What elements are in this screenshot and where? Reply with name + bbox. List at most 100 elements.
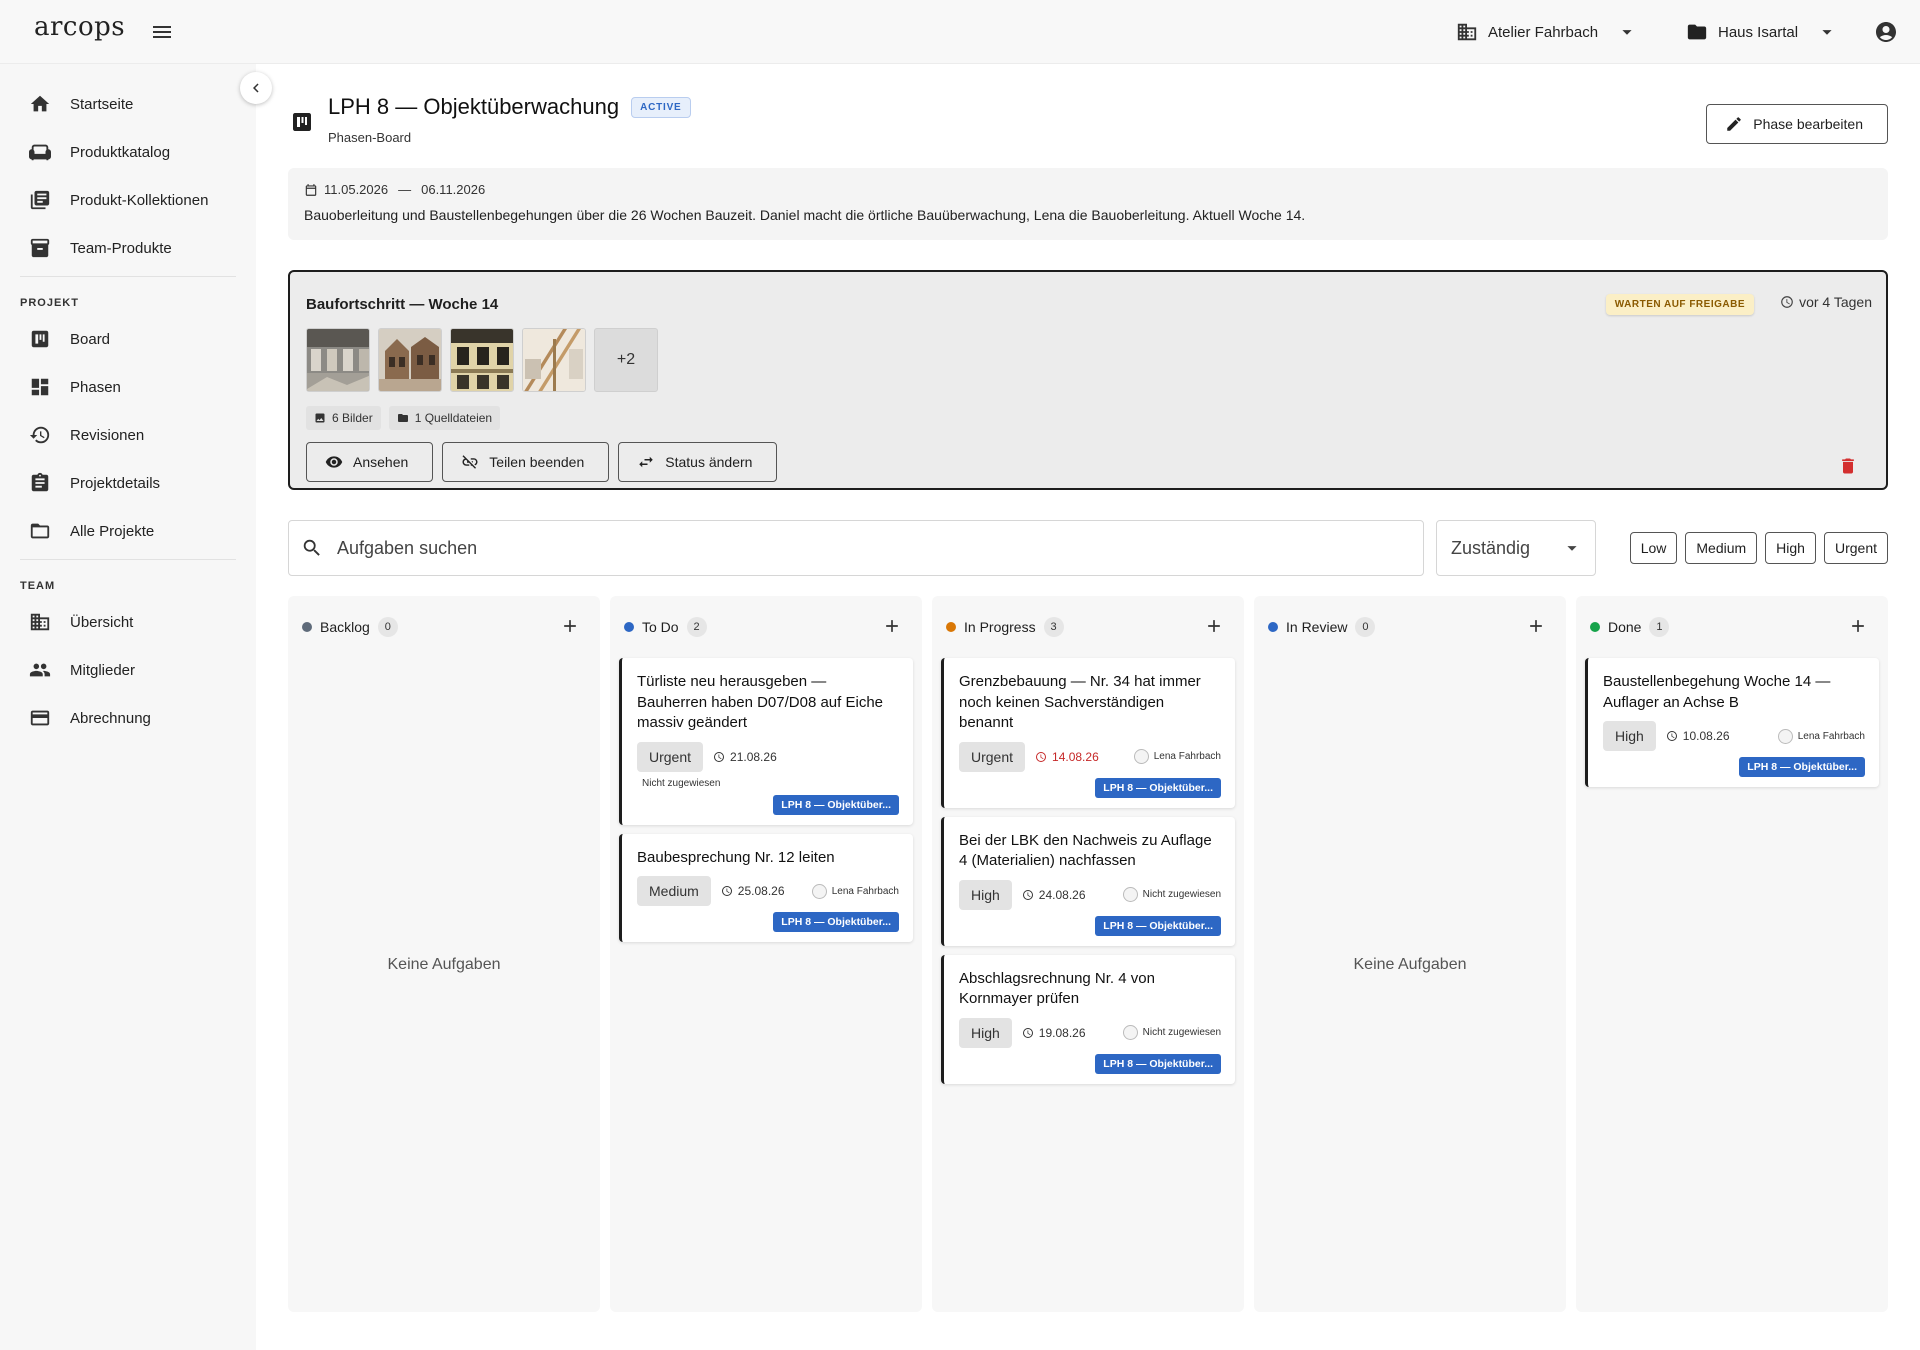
phase-header: LPH 8 — Objektüberwachung ACTIVE Phasen-B… xyxy=(288,94,1888,154)
sources-count-chip: 1 Quelldateien xyxy=(388,406,501,430)
phase-tag-label: LPH 8 — Objektüber... xyxy=(773,794,899,815)
sidebar-item-mitglieder[interactable]: Mitglieder xyxy=(0,646,256,694)
thumbnail-image[interactable] xyxy=(306,328,370,392)
date-start: 11.05.2026 xyxy=(324,182,389,197)
hamburger-icon xyxy=(153,26,171,38)
filter-low-button[interactable]: Low xyxy=(1629,532,1678,564)
app-logo[interactable]: arcops xyxy=(34,12,125,42)
phase-title: LPH 8 — Objektüberwachung xyxy=(328,94,620,119)
thumbnail-image[interactable] xyxy=(522,328,586,392)
add-task-button[interactable] xyxy=(1848,616,1868,636)
due-date-text: 10.08.26 xyxy=(1682,729,1730,743)
task-title: Abschlagsrechnung Nr. 4 von Kornmayer pr… xyxy=(959,969,1155,1008)
sidebar-item-label: Produktkatalog xyxy=(70,143,171,161)
filter-high-button[interactable]: High xyxy=(1765,532,1816,564)
filter-medium-button[interactable]: Medium xyxy=(1685,532,1758,564)
phase-tag: LPH 8 — Objektüber... xyxy=(959,1053,1221,1074)
task-card[interactable]: Abschlagsrechnung Nr. 4 von Kornmayer pr… xyxy=(941,954,1235,1084)
stop-sharing-button[interactable]: Teilen beenden xyxy=(442,442,610,482)
sidebar-item-phasen[interactable]: Phasen xyxy=(0,363,256,411)
sidebar-item-abrechnung[interactable]: Abrechnung xyxy=(0,694,256,742)
phase-tag: LPH 8 — Objektüber... xyxy=(959,915,1221,936)
sidebar-item-startseite[interactable]: Startseite xyxy=(0,80,256,128)
image-thumbnails: +2 xyxy=(306,328,658,392)
column-header: In Progress 3 xyxy=(932,596,1244,658)
sidebar-item-revisionen[interactable]: Revisionen xyxy=(0,411,256,459)
assignee[interactable]: Nicht zugewiesen xyxy=(1122,1025,1221,1040)
column-title: Backlog xyxy=(320,619,370,635)
search-input[interactable] xyxy=(337,537,1337,559)
sidebar-item-label: Mitglieder xyxy=(70,661,136,679)
assignee[interactable]: Lena Fahrbach xyxy=(1777,728,1865,744)
phase-tag: LPH 8 — Objektüber... xyxy=(637,912,899,932)
account-button[interactable] xyxy=(1874,20,1898,44)
task-card[interactable]: Baustellenbegehung Woche 14 — Auflager a… xyxy=(1585,658,1879,787)
phase-tag-label: LPH 8 — Objektüber... xyxy=(773,912,899,932)
collapse-sidebar-button[interactable] xyxy=(240,72,272,104)
sidebar: Startseite Produktkatalog Produkt-Kollekti… xyxy=(0,64,256,1350)
task-card[interactable]: Türliste neu herausgeben — Bauherren hab… xyxy=(619,658,913,825)
studio-selector[interactable]: Atelier Fahrbach xyxy=(1456,16,1638,48)
assignee[interactable]: Nicht zugewiesen xyxy=(637,778,899,789)
caret-down-icon xyxy=(1567,546,1577,551)
add-task-button[interactable] xyxy=(882,616,902,636)
phase-dates: 11.05.2026 — 06.11.2026 xyxy=(304,182,1872,197)
board-column: To Do 2 Türliste neu herausgeben — Bauherr… xyxy=(610,596,922,1312)
delete-button[interactable] xyxy=(1838,456,1858,476)
change-status-button[interactable]: Status ändern xyxy=(618,442,778,482)
share-time-text: vor 4 Tagen xyxy=(1799,294,1872,310)
column-status-dot xyxy=(946,622,956,632)
assignee-select[interactable]: Zuständig xyxy=(1436,520,1596,576)
board-icon xyxy=(293,113,311,131)
sofa-icon xyxy=(29,144,51,161)
more-images-button[interactable]: +2 xyxy=(594,328,658,392)
menu-button[interactable] xyxy=(150,20,178,44)
column-count: 0 xyxy=(1355,617,1376,637)
phase-tag-label: LPH 8 — Objektüber... xyxy=(1739,757,1865,777)
assignee[interactable]: Nicht zugewiesen xyxy=(1122,887,1221,902)
sidebar-item-board[interactable]: Board xyxy=(0,315,256,363)
filter-urgent-button[interactable]: Urgent xyxy=(1823,532,1888,564)
task-title: Baubesprechung Nr. 12 leiten xyxy=(637,848,835,866)
phase-tag: LPH 8 — Objektüber... xyxy=(1603,757,1865,777)
shared-gallery-card: Baufortschritt — Woche 14 WARTEN AUF FRE… xyxy=(288,270,1888,490)
due-date-text: 24.08.26 xyxy=(1038,887,1086,902)
add-task-button[interactable] xyxy=(560,616,580,636)
sidebar-item-produkt-kollektionen[interactable]: Produkt-Kollektionen xyxy=(0,176,256,224)
add-task-button[interactable] xyxy=(1204,616,1224,636)
building-icon xyxy=(30,613,50,631)
due-date: 25.08.26 xyxy=(721,884,785,898)
swap-icon xyxy=(639,456,654,468)
sidebar-item-projektdetails[interactable]: Projektdetails xyxy=(0,459,256,507)
column-status-dot xyxy=(302,622,312,632)
column-status-dot xyxy=(1268,622,1278,632)
task-card[interactable]: Baubesprechung Nr. 12 leiten Medium 25.08.… xyxy=(619,833,913,942)
sidebar-item-übersicht[interactable]: Übersicht xyxy=(0,598,256,646)
search-box[interactable] xyxy=(288,520,1424,576)
task-card[interactable]: Bei der LBK den Nachweis zu Auflage 4 (M… xyxy=(941,816,1235,946)
sidebar-item-alle-projekte[interactable]: Alle Projekte xyxy=(0,507,256,555)
sidebar-item-team-produkte[interactable]: Team-Produkte xyxy=(0,224,256,272)
assignee[interactable]: Lena Fahrbach xyxy=(1133,749,1221,764)
column-header: To Do 2 xyxy=(610,596,922,658)
priority-chip: High xyxy=(959,1017,1012,1048)
phase-tag-label: LPH 8 — Objektüber... xyxy=(1095,1053,1221,1074)
pencil-icon xyxy=(1727,117,1741,131)
phase-info: 11.05.2026 — 06.11.2026 Bauoberleitung u… xyxy=(288,168,1888,240)
assignee[interactable]: Lena Fahrbach xyxy=(811,883,899,899)
eye-icon xyxy=(325,456,343,468)
thumbnail-image[interactable] xyxy=(378,328,442,392)
status-badge: ACTIVE xyxy=(631,97,691,118)
task-assignee: Lena Fahrbach xyxy=(831,885,899,897)
task-card[interactable]: Grenzbebauung — Nr. 34 hat immer noch ke… xyxy=(941,658,1235,808)
edit-phase-button[interactable]: Phase bearbeiten xyxy=(1706,104,1888,144)
sidebar-item-produktkatalog[interactable]: Produktkatalog xyxy=(0,128,256,176)
thumbnail-image[interactable] xyxy=(450,328,514,392)
project-selector[interactable]: Haus Isartal xyxy=(1686,16,1838,48)
column-count: 2 xyxy=(686,617,707,637)
add-task-button[interactable] xyxy=(1526,616,1546,636)
task-meta: High 10.08.26 Lena Fahrbach xyxy=(1603,721,1865,751)
priority-chip: High xyxy=(1603,721,1656,751)
view-button[interactable]: Ansehen xyxy=(306,442,434,482)
sidebar-item-label: Alle Projekte xyxy=(70,522,155,540)
